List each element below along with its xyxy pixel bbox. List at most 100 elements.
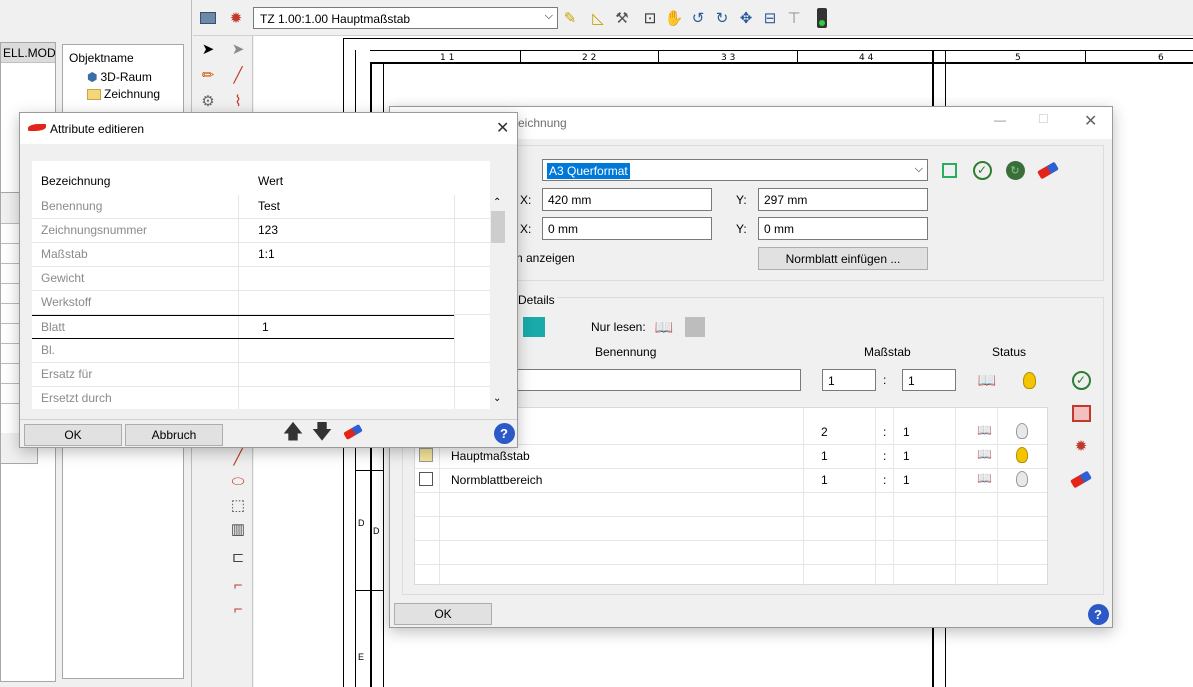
- table-row[interactable]: Maßstab 1:1: [32, 243, 490, 267]
- table-row[interactable]: [415, 541, 1047, 565]
- close-icon[interactable]: ✕: [496, 118, 509, 138]
- pan-hand-icon[interactable]: ✋: [663, 7, 685, 29]
- tree-item-drawing[interactable]: Zeichnung: [63, 84, 183, 101]
- drawing-ok-button[interactable]: OK: [394, 603, 492, 625]
- row-letter-e: E: [358, 652, 365, 662]
- polyline-icon[interactable]: ⌇: [227, 90, 249, 112]
- ruler-triangle-icon[interactable]: ◺: [587, 7, 609, 29]
- arrow-down-icon[interactable]: 🡇: [311, 421, 333, 443]
- zoom-window-icon[interactable]: ⊡: [639, 7, 661, 29]
- select-arrow-icon[interactable]: ➤: [197, 38, 219, 60]
- bulb-on-icon[interactable]: [1016, 447, 1028, 463]
- wall-icon[interactable]: ▥: [227, 518, 249, 540]
- tool-icon[interactable]: ⚒: [611, 7, 633, 29]
- eraser-icon[interactable]: [342, 421, 364, 443]
- eraser-icon[interactable]: [1070, 468, 1092, 490]
- scale-frame-icon: [419, 448, 433, 462]
- app-logo-icon: [28, 124, 46, 131]
- minimize-icon[interactable]: —: [994, 113, 1006, 127]
- zoom-out-icon[interactable]: ↻: [711, 7, 733, 29]
- fillet-icon[interactable]: ⌐: [227, 574, 249, 596]
- table-row[interactable]: Ersetzt durch: [32, 387, 490, 409]
- size-x-field[interactable]: 420 mm: [542, 188, 712, 211]
- refresh-icon[interactable]: ↻: [1004, 159, 1026, 181]
- teal-swatch[interactable]: [523, 317, 545, 337]
- row-letter-d-outer: D: [358, 518, 365, 528]
- chamfer-icon[interactable]: ⌐: [227, 598, 249, 620]
- new-scale-b-field[interactable]: 1: [902, 369, 956, 391]
- confirm-check-icon[interactable]: ✓: [971, 159, 993, 181]
- bulb-off-icon[interactable]: [1016, 471, 1028, 487]
- gray-swatch[interactable]: [685, 317, 705, 337]
- table-row[interactable]: Ersatz für: [32, 363, 490, 387]
- confirm-check-icon[interactable]: ✓: [1070, 369, 1092, 391]
- brush-icon[interactable]: ⊤: [783, 7, 805, 29]
- chevron-down-icon: ⌵: [914, 163, 923, 175]
- table-row[interactable]: Gewicht: [32, 267, 490, 291]
- format-select[interactable]: A3 Querformat ⌵: [542, 159, 928, 181]
- eraser-icon[interactable]: [1037, 159, 1059, 181]
- attr-dialog-titlebar[interactable]: Attribute editieren ✕: [20, 113, 517, 144]
- box-3d-icon[interactable]: ⬚: [227, 494, 249, 516]
- snap-icon[interactable]: ✎: [559, 7, 581, 29]
- table-row[interactable]: [415, 517, 1047, 541]
- offset-icon[interactable]: ⊏: [227, 546, 249, 568]
- shape-icon[interactable]: ⬭: [227, 470, 249, 492]
- attr-ok-button[interactable]: OK: [24, 424, 122, 446]
- ruler-number-2: 2 2: [582, 53, 597, 63]
- select-arrow-light-icon[interactable]: ➤: [227, 38, 249, 60]
- delete-frame-icon[interactable]: [1070, 402, 1092, 424]
- help-icon[interactable]: ?: [493, 422, 515, 444]
- attr-dialog-title: Attribute editieren: [50, 122, 145, 136]
- insert-normblatt-button[interactable]: Normblatt einfügen ...: [758, 247, 928, 270]
- bulb-off-icon[interactable]: [1016, 423, 1028, 439]
- attr-cancel-button[interactable]: Abbruch: [125, 424, 223, 446]
- close-icon[interactable]: ✕: [1084, 111, 1097, 131]
- book-icon[interactable]: 📖: [977, 471, 992, 485]
- book-icon[interactable]: 📖: [653, 316, 675, 338]
- zoom-all-icon[interactable]: ✥: [735, 7, 757, 29]
- new-scale-a-field[interactable]: 1: [822, 369, 876, 391]
- palette-icon[interactable]: ✹: [225, 7, 247, 29]
- show-label[interactable]: n anzeigen: [516, 251, 575, 265]
- traffic-light-icon[interactable]: [811, 7, 833, 29]
- zoom-in-icon[interactable]: ↺: [687, 7, 709, 29]
- tools-icon[interactable]: ⚙: [197, 90, 219, 112]
- table-row[interactable]: Werkstoff: [32, 291, 490, 315]
- scroll-up-icon[interactable]: ⌃: [493, 197, 501, 208]
- offset-x-field[interactable]: 0 mm: [542, 217, 712, 240]
- table-row[interactable]: Normblattbereich 1 : 1 📖: [415, 469, 1047, 493]
- scroll-thumb[interactable]: [491, 211, 505, 243]
- new-frame-icon[interactable]: [938, 159, 960, 181]
- table-row[interactable]: Hauptmaßstab 1 : 1 📖: [415, 445, 1047, 469]
- book-icon[interactable]: 📖: [977, 447, 992, 461]
- table-row[interactable]: [415, 493, 1047, 517]
- table-row[interactable]: Zeichnungsnummer 123: [32, 219, 490, 243]
- book-icon[interactable]: 📖: [976, 369, 998, 391]
- book-icon[interactable]: 📖: [977, 423, 992, 437]
- readonly-label: Nur lesen:: [591, 320, 646, 334]
- scale-select[interactable]: TZ 1.00:1.00 Hauptmaßstab ⌵: [253, 7, 558, 29]
- scroll-down-icon[interactable]: ⌄: [493, 393, 501, 404]
- bulb-on-icon[interactable]: [1018, 369, 1040, 391]
- blatt-value-editor[interactable]: 1: [262, 320, 269, 334]
- table-row[interactable]: Benennung Test: [32, 195, 490, 219]
- line-icon[interactable]: ╱: [227, 64, 249, 86]
- pencil-icon[interactable]: ✏: [197, 64, 219, 86]
- offset-y-field[interactable]: 0 mm: [758, 217, 928, 240]
- new-name-field[interactable]: [516, 369, 801, 391]
- arrow-up-icon[interactable]: 🡅: [282, 421, 304, 443]
- chevron-down-icon: ⌵: [544, 10, 553, 22]
- help-icon[interactable]: ?: [1087, 603, 1109, 625]
- maximize-icon[interactable]: ☐: [1038, 112, 1049, 126]
- tree-item-3d-room[interactable]: ⬢ 3D-Raum: [63, 67, 183, 84]
- zoom-previous-icon[interactable]: ⊟: [759, 7, 781, 29]
- print-icon[interactable]: [197, 7, 219, 29]
- table-row[interactable]: Bl.: [32, 339, 490, 363]
- vertical-scrollbar[interactable]: ⌃ ⌄: [490, 195, 506, 409]
- palette-icon[interactable]: ✹: [1070, 435, 1092, 457]
- diagonal-line-icon[interactable]: ╱: [227, 446, 249, 468]
- normblatt-frame-icon: [419, 472, 433, 486]
- table-row-active[interactable]: Blatt 1: [32, 315, 454, 339]
- size-y-field[interactable]: 297 mm: [758, 188, 928, 211]
